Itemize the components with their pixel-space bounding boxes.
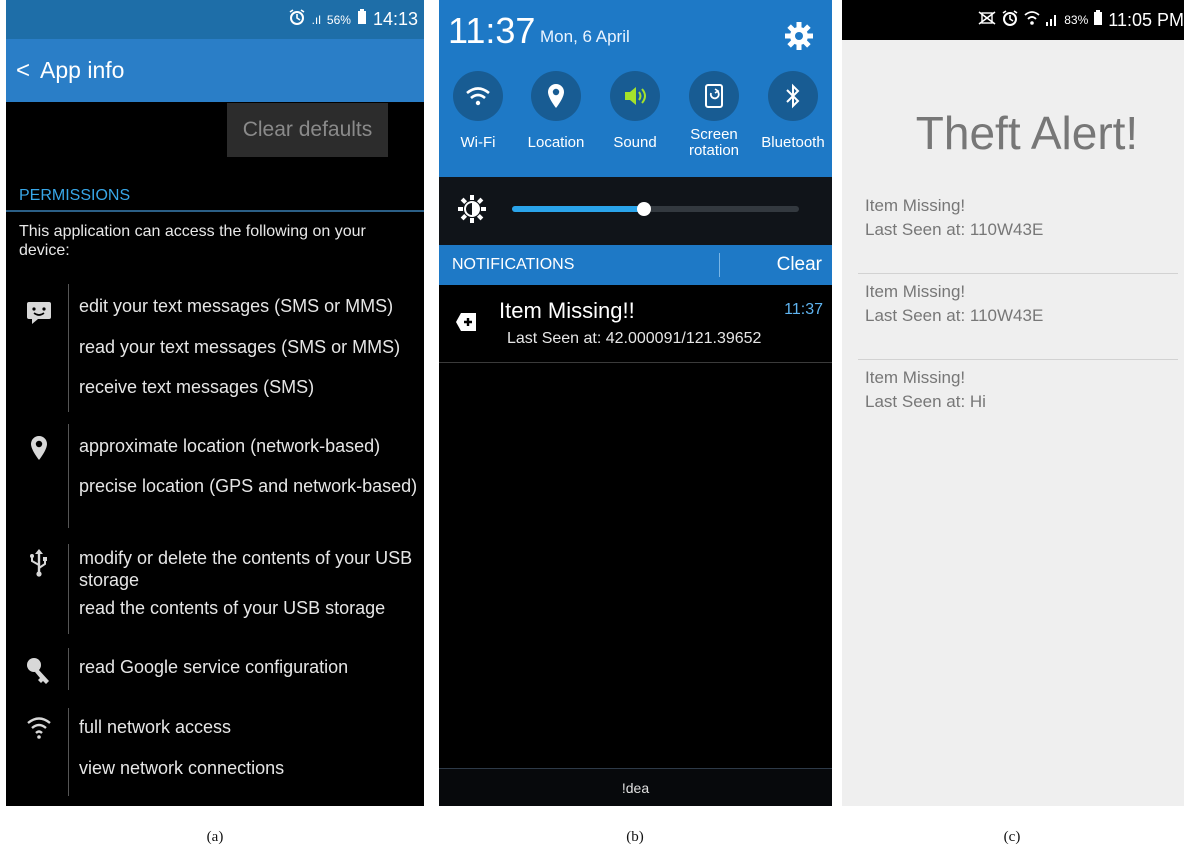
brightness-row	[439, 177, 832, 245]
battery-percent: 56%	[326, 12, 351, 27]
status-bar: .ıl 56% 14:13	[6, 0, 424, 39]
notification-item[interactable]: Item Missing!! 11:37 Last Seen at: 42.00…	[439, 285, 832, 363]
usb-icon	[24, 548, 54, 578]
theft-alert-screen: 83% 11:05 PM Theft Alert! Item Missing! …	[842, 0, 1184, 806]
alert-title: Item Missing!	[865, 368, 966, 387]
sound-icon	[610, 71, 660, 121]
key-icon	[24, 656, 54, 686]
notifications-header: NOTIFICATIONS Clear	[439, 245, 832, 285]
section-divider	[6, 210, 424, 212]
list-item[interactable]: Item Missing! Last Seen at: Hi	[865, 366, 1177, 414]
notification-app-icon	[455, 312, 477, 337]
tile-label: Screen rotation	[688, 126, 740, 159]
location-pin-icon	[531, 71, 581, 121]
signal-icon: .ıl	[311, 12, 321, 27]
list-divider	[858, 359, 1178, 360]
permission-item: full network access	[79, 717, 232, 737]
signal-icon	[1045, 10, 1059, 31]
quick-settings-panel: 11:37 Mon, 6 April Wi-Fi Location Sound	[439, 0, 832, 177]
back-icon[interactable]: <	[16, 57, 30, 85]
permission-item: modify or delete the contents of your US…	[79, 548, 413, 590]
app-bar: < App info	[6, 39, 424, 102]
brightness-fill	[512, 206, 644, 212]
tile-label: Location	[527, 134, 585, 151]
permissions-heading: PERMISSIONS	[19, 187, 131, 204]
tile-label: Bluetooth	[761, 134, 825, 151]
list-item[interactable]: Item Missing! Last Seen at: 110W43E	[865, 280, 1177, 328]
notification-text: Last Seen at: 42.000091/121.39652	[507, 330, 762, 347]
sms-icon	[24, 298, 54, 328]
bluetooth-icon	[768, 71, 818, 121]
location-pin-icon	[24, 433, 54, 463]
wifi-icon	[1024, 10, 1040, 31]
wifi-icon	[453, 71, 503, 121]
permission-item: view network connections	[79, 758, 285, 778]
battery-icon	[357, 9, 367, 30]
date: Mon, 6 April	[540, 27, 630, 46]
permission-item: read your text messages (SMS or MMS)	[79, 337, 401, 357]
notification-time: 11:37	[784, 301, 823, 318]
brightness-icon	[458, 195, 486, 228]
caption-c: (c)	[1003, 829, 1021, 845]
alert-title: Item Missing!	[865, 196, 966, 215]
alert-location: Last Seen at: Hi	[865, 392, 986, 411]
list-item[interactable]: Item Missing! Last Seen at: 110W43E	[865, 194, 1177, 242]
carrier-label: !dea	[439, 768, 832, 806]
status-time: 11:05 PM	[1108, 9, 1184, 30]
list-divider	[858, 273, 1178, 274]
permissions-intro: This application can access the followin…	[19, 223, 366, 259]
quick-toggle-bluetooth[interactable]: Bluetooth	[753, 71, 832, 151]
permission-item: precise location (GPS and network-based)	[79, 476, 418, 496]
clear-defaults-button[interactable]: Clear defaults	[227, 103, 388, 157]
quick-toggle-location[interactable]: Location	[516, 71, 596, 151]
brightness-slider-handle[interactable]	[637, 202, 651, 216]
page-title: App info	[40, 57, 125, 83]
alert-location: Last Seen at: 110W43E	[865, 220, 1044, 239]
tile-label: Sound	[613, 134, 657, 151]
screen-rotation-icon	[689, 71, 739, 121]
status-bar: 83% 11:05 PM	[842, 0, 1184, 40]
alarm-icon	[288, 8, 306, 31]
battery-icon	[1093, 9, 1103, 31]
mute-icon	[978, 10, 996, 31]
alarm-icon	[1001, 9, 1019, 32]
app-info-screen: .ıl 56% 14:13 < App info Clear defaults …	[6, 0, 424, 806]
permission-item: receive text messages (SMS)	[79, 377, 315, 397]
notification-title: Item Missing!!	[499, 298, 635, 323]
permission-item: edit your text messages (SMS or MMS)	[79, 296, 394, 316]
quick-toggle-wifi[interactable]: Wi-Fi	[439, 71, 518, 151]
caption-a: (a)	[206, 829, 224, 845]
caption-b: (b)	[626, 829, 644, 845]
notifications-label: NOTIFICATIONS	[452, 256, 575, 273]
clock: 11:37	[448, 10, 536, 51]
notification-shade: 11:37 Mon, 6 April Wi-Fi Location Sound	[439, 0, 832, 806]
battery-percent: 83%	[1064, 13, 1089, 27]
clear-button[interactable]: Clear	[777, 254, 822, 276]
permission-item: approximate location (network-based)	[79, 436, 381, 456]
status-time: 14:13	[372, 9, 418, 29]
alert-location: Last Seen at: 110W43E	[865, 306, 1044, 325]
quick-toggle-sound[interactable]: Sound	[595, 71, 675, 151]
alert-title: Item Missing!	[865, 282, 966, 301]
tile-label: Wi-Fi	[460, 134, 496, 151]
page-title: Theft Alert!	[915, 107, 1139, 159]
wifi-icon	[24, 712, 54, 742]
permission-item: read the contents of your USB storage	[79, 598, 386, 618]
permission-item: read Google service configuration	[79, 657, 349, 677]
quick-toggle-screen-rotation[interactable]: Screen rotation	[674, 71, 754, 159]
gear-icon[interactable]	[785, 22, 813, 55]
